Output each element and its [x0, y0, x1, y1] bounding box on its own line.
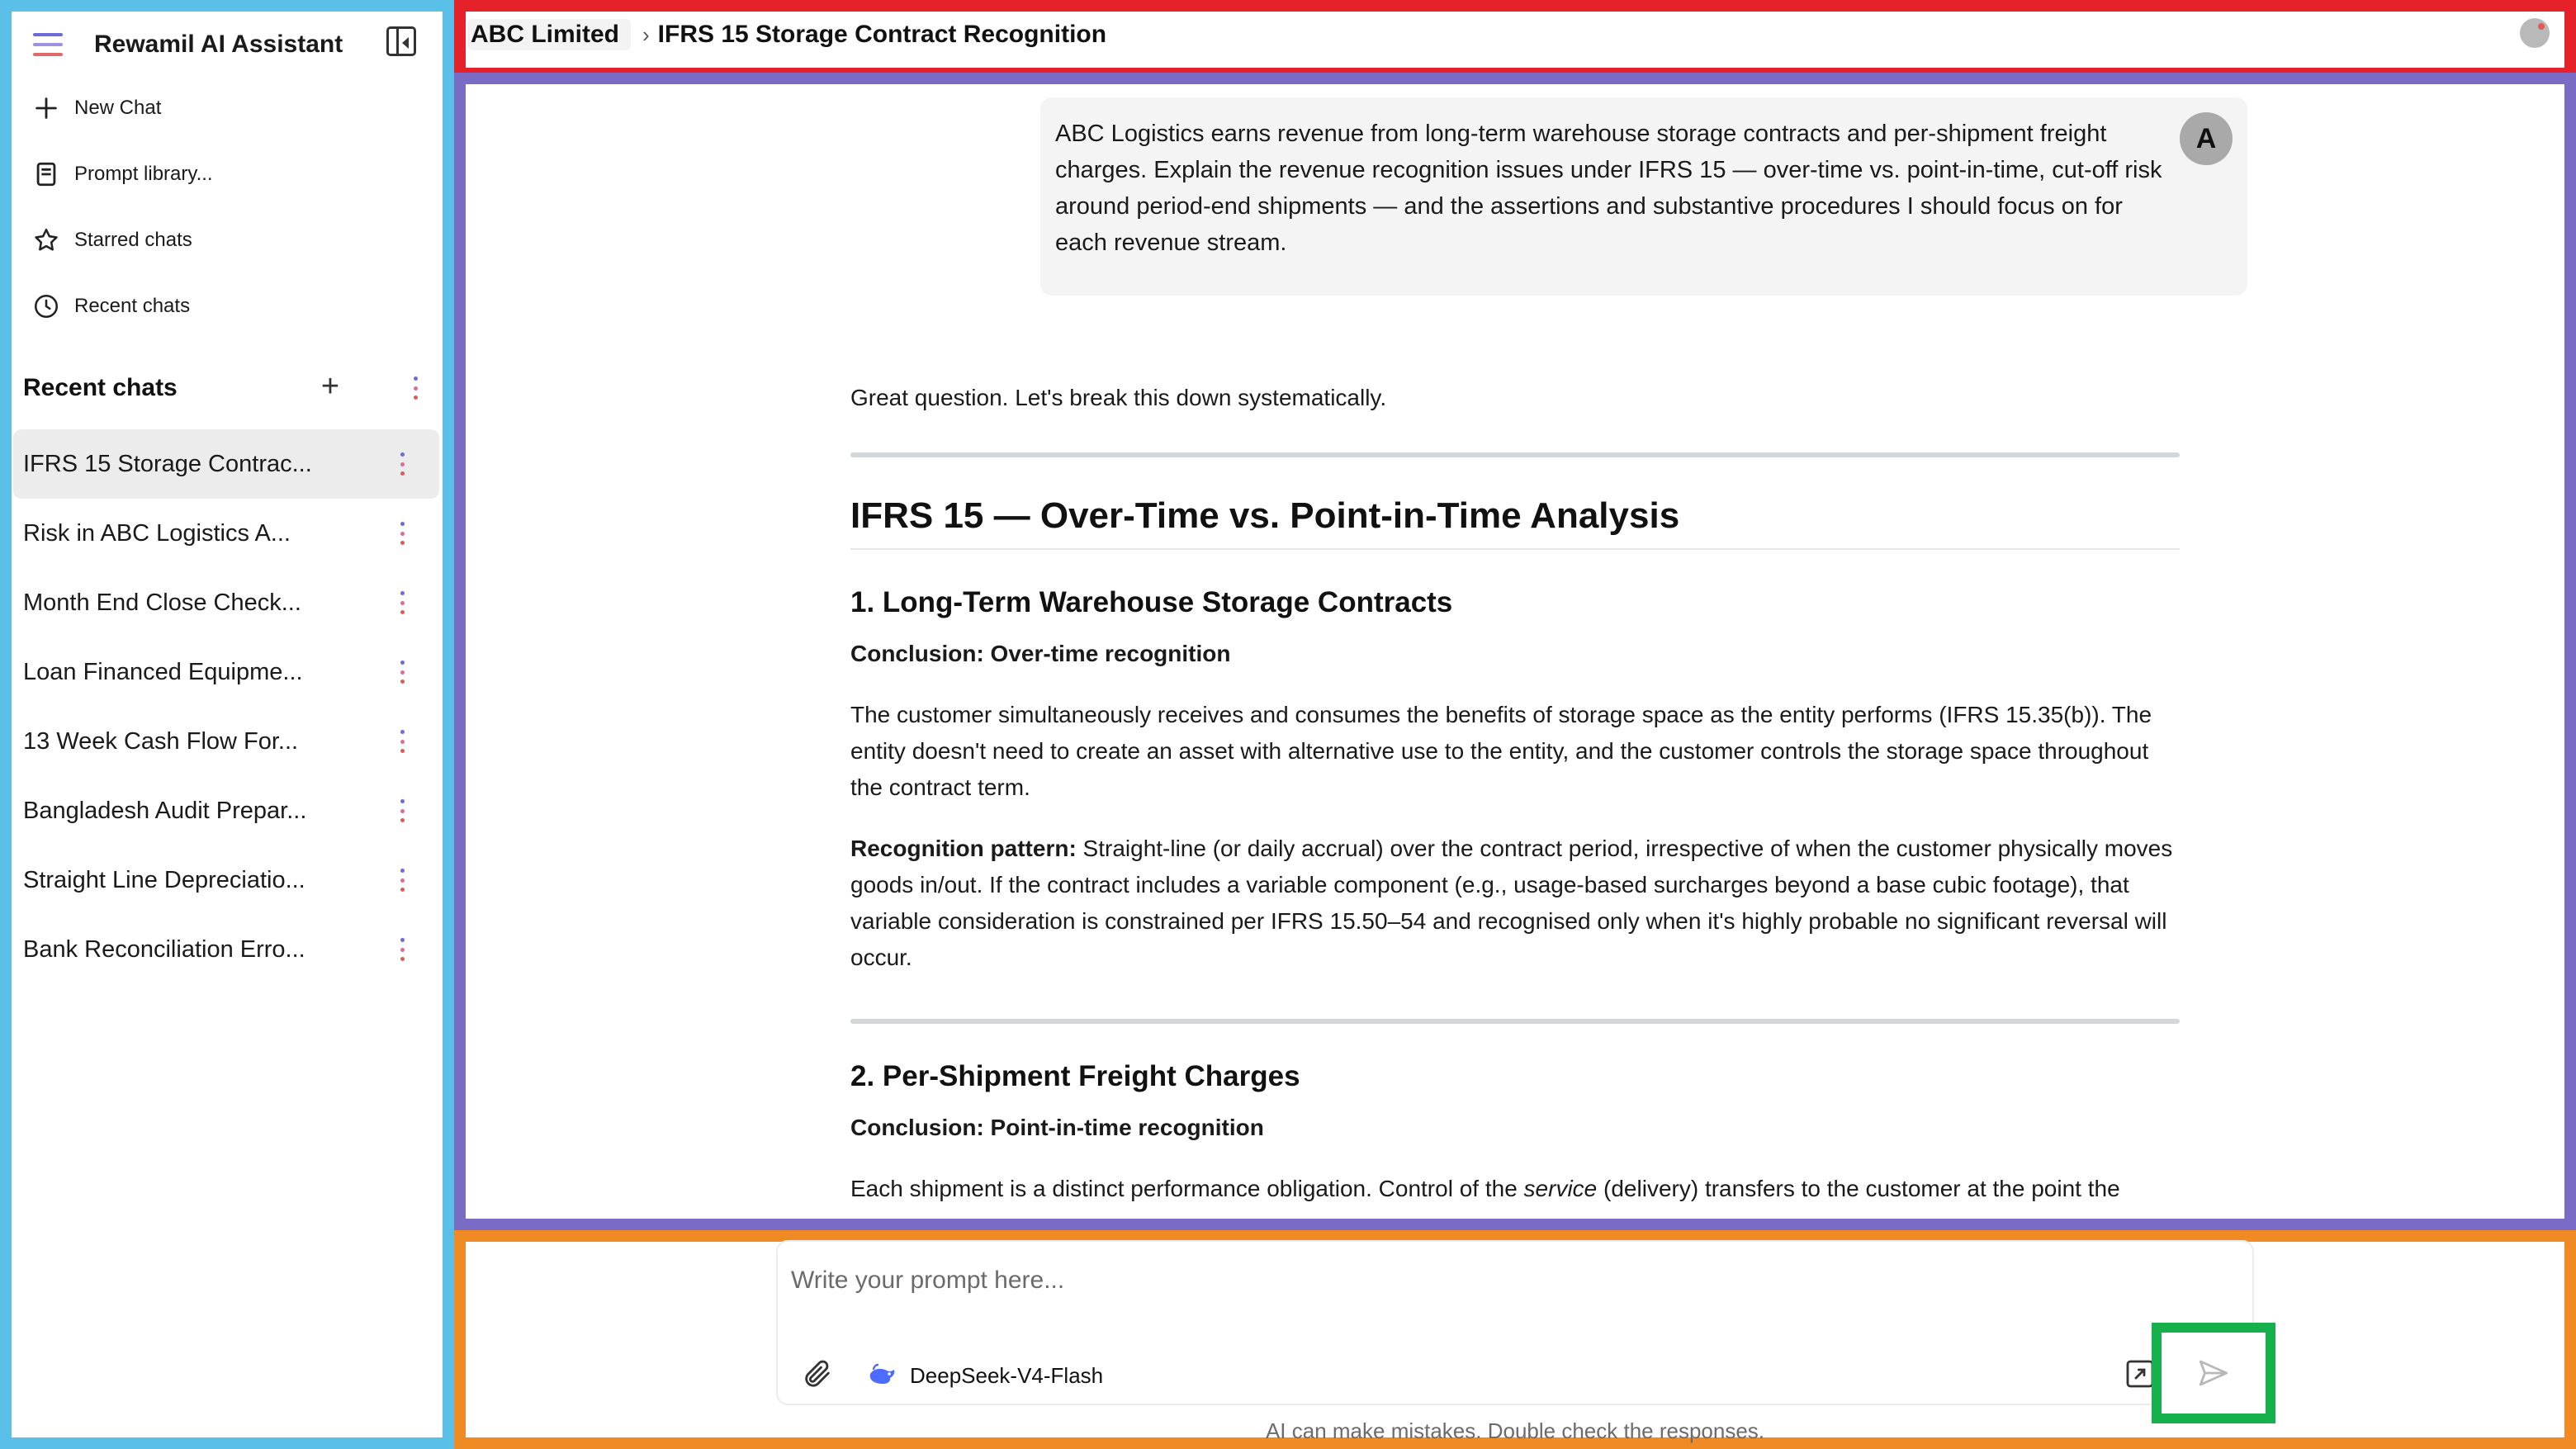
prompt-library-label: Prompt library...: [74, 163, 213, 185]
chat-item-label: IFRS 15 Storage Contrac...: [23, 450, 312, 477]
section-body-end: (delivery) transfers to the customer at …: [1597, 1176, 2120, 1201]
section-conclusion: Conclusion: Point-in-time recognition: [850, 1115, 1264, 1140]
send-icon: [2199, 1360, 2228, 1386]
user-avatar: A: [2180, 112, 2233, 165]
collapse-sidebar-icon[interactable]: [386, 26, 416, 56]
chat-item-label: Loan Financed Equipme...: [23, 658, 303, 685]
assistant-message: Great question. Let's break this down sy…: [850, 380, 2180, 1222]
chat-item-label: Bank Reconciliation Erro...: [23, 935, 305, 963]
chat-item-label: Bangladesh Audit Prepar...: [23, 797, 307, 824]
chat-item-label: 13 Week Cash Flow For...: [23, 727, 299, 755]
section-body: Each shipment is a distinct performance …: [850, 1171, 2180, 1207]
breadcrumb-chat-title: IFRS 15 Storage Contract Recognition: [657, 21, 1107, 48]
paperclip-icon[interactable]: [801, 1357, 834, 1390]
starred-chats-label: Starred chats: [74, 229, 192, 251]
prompt-input[interactable]: [791, 1260, 2195, 1301]
plus-icon: [31, 93, 61, 123]
section-body-start: Each shipment is a distinct performance …: [850, 1176, 1524, 1201]
user-message-text: ABC Logistics earns revenue from long-te…: [1055, 121, 2162, 256]
recent-chats-list: IFRS 15 Storage Contrac... Risk in ABC L…: [13, 429, 439, 984]
account-avatar-icon[interactable]: [2520, 18, 2550, 48]
section-title: 2. Per-Shipment Freight Charges: [850, 1060, 1300, 1092]
new-chat-label: New Chat: [74, 97, 162, 119]
chat-options-icon[interactable]: [398, 938, 406, 961]
chat-item[interactable]: Straight Line Depreciatio...: [13, 845, 439, 915]
prompt-library-button[interactable]: Prompt library...: [31, 154, 419, 195]
disclaimer-text: AI can make mistakes. Double check the r…: [1265, 1418, 1765, 1443]
section-title: 1. Long-Term Warehouse Storage Contracts: [850, 586, 1453, 618]
chat-options-icon[interactable]: [398, 591, 406, 614]
recognition-pattern-label: Recognition pattern:: [850, 836, 1077, 861]
more-options-icon[interactable]: [411, 376, 419, 400]
clock-icon: [31, 291, 61, 321]
breadcrumb-separator: ›: [642, 21, 650, 47]
chat-item[interactable]: IFRS 15 Storage Contrac...: [13, 429, 439, 499]
chat-item[interactable]: Bank Reconciliation Erro...: [13, 915, 439, 984]
chat-item-label: Month End Close Check...: [23, 589, 301, 616]
recognition-pattern-paragraph: Recognition pattern: Straight-line (or d…: [850, 831, 2180, 976]
chat-item[interactable]: Bangladesh Audit Prepar...: [13, 776, 439, 845]
send-button[interactable]: [2152, 1323, 2275, 1423]
section-body-emphasis: service: [1523, 1176, 1598, 1201]
deepseek-whale-icon: [869, 1363, 895, 1384]
sidebar-header: Rewamil AI Assistant: [28, 23, 424, 66]
model-selector[interactable]: DeepSeek-V4-Flash: [867, 1359, 1103, 1392]
chat-options-icon[interactable]: [398, 730, 406, 753]
chat-item[interactable]: Month End Close Check...: [13, 568, 439, 637]
starred-chats-button[interactable]: Starred chats: [31, 220, 419, 261]
book-icon: [31, 159, 61, 189]
section-conclusion: Conclusion: Over-time recognition: [850, 641, 1231, 666]
recent-chats-label: Recent chats: [74, 295, 191, 317]
divider: [850, 452, 2180, 457]
prompt-composer: DeepSeek-V4-Flash: [776, 1240, 2254, 1405]
add-chat-icon[interactable]: +: [312, 370, 348, 406]
recent-chats-header: Recent chats +: [23, 370, 418, 406]
star-icon: [31, 225, 61, 255]
recent-chats-title: Recent chats: [23, 374, 178, 401]
chat-item[interactable]: Loan Financed Equipme...: [13, 637, 439, 707]
chat-options-icon[interactable]: [398, 522, 406, 545]
breadcrumb: ABC Limited › IFRS 15 Storage Contract R…: [467, 13, 1106, 56]
chat-item[interactable]: Risk in ABC Logistics A...: [13, 499, 439, 568]
app-title: Rewamil AI Assistant: [94, 31, 343, 58]
chat-item-label: Straight Line Depreciatio...: [23, 866, 305, 893]
answer-heading: IFRS 15 — Over-Time vs. Point-in-Time An…: [850, 495, 2180, 550]
divider: [850, 1019, 2180, 1024]
chat-item-label: Risk in ABC Logistics A...: [23, 519, 291, 547]
chat-options-icon[interactable]: [398, 661, 406, 684]
new-chat-button[interactable]: New Chat: [31, 88, 419, 129]
chat-options-icon[interactable]: [398, 799, 406, 822]
model-name: DeepSeek-V4-Flash: [910, 1362, 1104, 1388]
answer-intro: Great question. Let's break this down sy…: [850, 385, 1387, 410]
recent-chats-button[interactable]: Recent chats: [31, 286, 419, 327]
chat-item[interactable]: 13 Week Cash Flow For...: [13, 707, 439, 776]
chat-options-icon[interactable]: [398, 869, 406, 892]
menu-icon[interactable]: [33, 33, 63, 56]
section-body: The customer simultaneously receives and…: [850, 702, 2152, 800]
user-message: ABC Logistics earns revenue from long-te…: [1040, 97, 2247, 296]
breadcrumb-organization[interactable]: ABC Limited: [467, 19, 631, 50]
chat-options-icon[interactable]: [398, 452, 406, 476]
